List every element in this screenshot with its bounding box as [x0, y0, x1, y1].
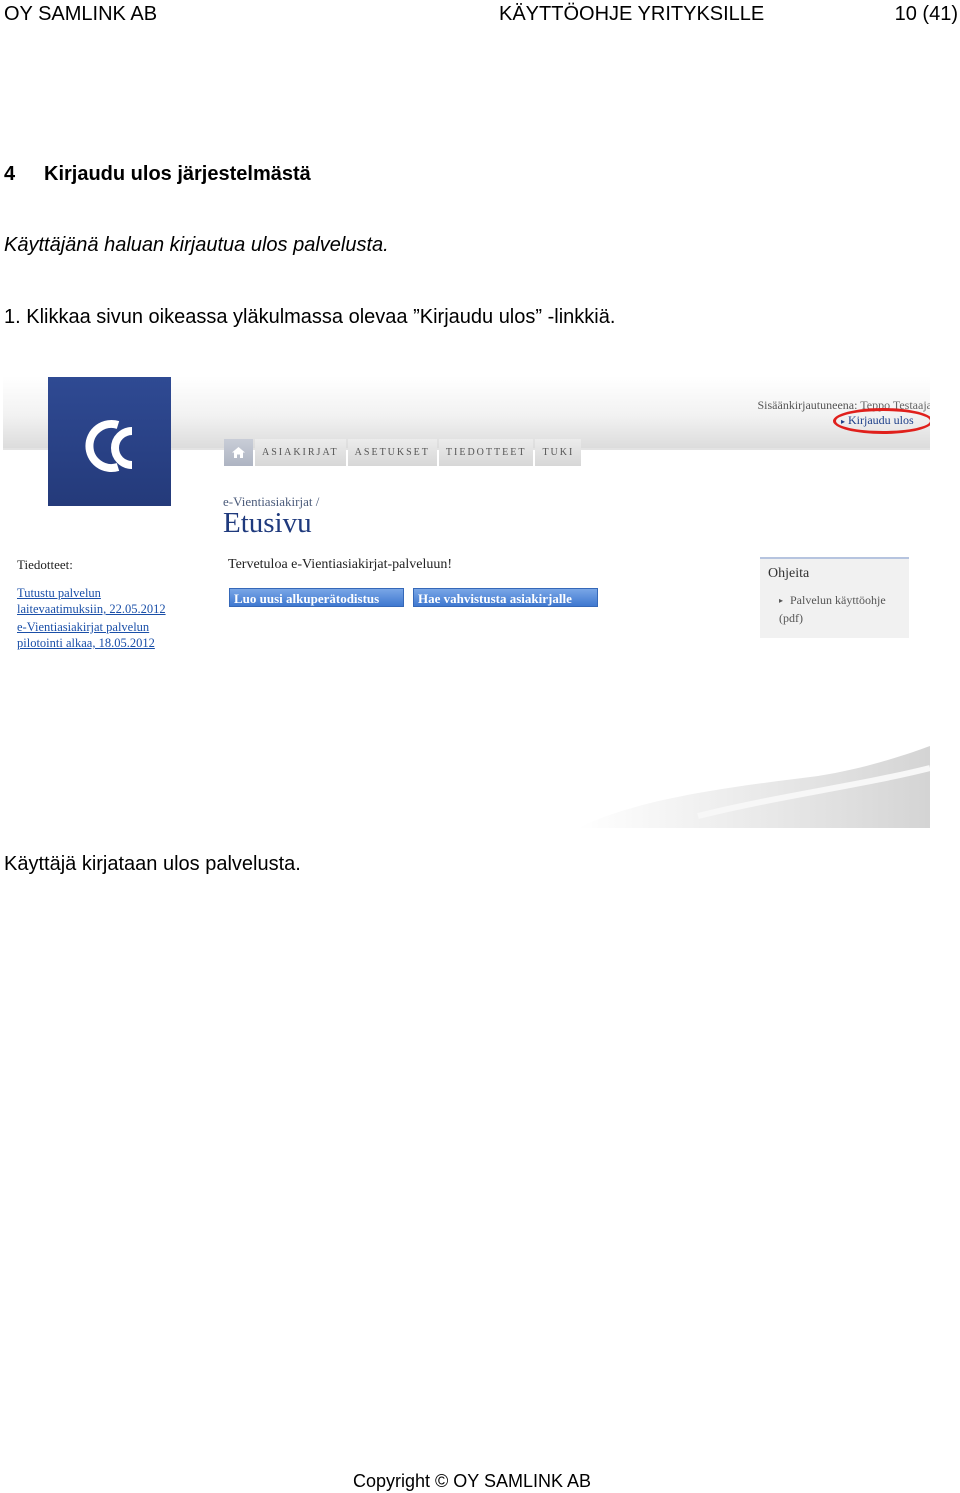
- decorative-swoosh: [578, 746, 930, 828]
- news-link-2-line2: pilotointi alkaa, 18.05.2012: [17, 636, 155, 650]
- section-intro: Käyttäjänä haluan kirjautua ulos palvelu…: [4, 234, 389, 256]
- welcome-text: Tervetuloa e-Vientiasiakirjat-palveluun!: [228, 557, 453, 572]
- request-confirmation-button[interactable]: Hae vahvistusta asiakirjalle: [413, 588, 598, 607]
- user-guide-link-format[interactable]: (pdf): [779, 611, 803, 626]
- news-link-1-line1: Tutustu palvelun: [17, 586, 101, 600]
- header-page-number: 10 (41): [894, 3, 958, 25]
- news-link-2-line1: e-Vientiasiakirjat palvelun: [17, 620, 150, 634]
- news-link-2[interactable]: e-Vientiasiakirjat palvelun pilotointi a…: [17, 619, 155, 651]
- result-text: Käyttäjä kirjataan ulos palvelusta.: [4, 853, 301, 875]
- samlink-logo: [48, 377, 171, 506]
- help-box: Ohjeita ▸ Palvelun käyttöohje (pdf): [760, 557, 909, 638]
- footer-copyright: Copyright © OY SAMLINK AB: [353, 1471, 592, 1491]
- help-title: Ohjeita: [768, 566, 810, 581]
- news-link-1-line2: laitevaatimuksiin, 22.05.2012: [17, 602, 166, 616]
- home-icon: [232, 447, 245, 458]
- tab-tuki[interactable]: TUKI: [535, 439, 582, 466]
- main-nav: ASIAKIRJAT ASETUKSET TIEDOTTEET TUKI: [224, 439, 582, 466]
- tab-asetukset[interactable]: ASETUKSET: [347, 439, 437, 466]
- new-certificate-button[interactable]: Luo uusi alkuperätodistus: [229, 588, 404, 607]
- tab-tiedotteet[interactable]: TIEDOTTEET: [438, 439, 534, 466]
- login-label: Sisäänkirjautuneena:: [757, 398, 858, 412]
- app-screenshot: Sisäänkirjautuneena: Teppo Testaaja ▸ Ki…: [3, 376, 930, 828]
- news-heading: Tiedotteet:: [17, 557, 73, 572]
- section-heading: 4 Kirjaudu ulos järjestelmästä: [4, 162, 311, 186]
- user-guide-link[interactable]: Palvelun käyttöohje: [790, 593, 886, 608]
- section-title: Kirjaudu ulos järjestelmästä: [44, 163, 311, 185]
- tab-asiakirjat[interactable]: ASIAKIRJAT: [255, 439, 346, 466]
- logo-icon: [85, 420, 133, 472]
- tab-home[interactable]: [224, 439, 253, 466]
- highlight-circle: [833, 408, 930, 434]
- news-link-1[interactable]: Tutustu palvelun laitevaatimuksiin, 22.0…: [17, 585, 166, 617]
- section-number: 4: [4, 163, 16, 185]
- instruction-step-1: 1. Klikkaa sivun oikeassa yläkulmassa ol…: [4, 306, 616, 328]
- chevron-right-icon: ▸: [779, 596, 784, 605]
- header-company: OY SAMLINK AB: [4, 3, 158, 25]
- page-title: Etusivu: [223, 507, 312, 539]
- header-document-title: KÄYTTÖOHJE YRITYKSILLE: [499, 3, 765, 25]
